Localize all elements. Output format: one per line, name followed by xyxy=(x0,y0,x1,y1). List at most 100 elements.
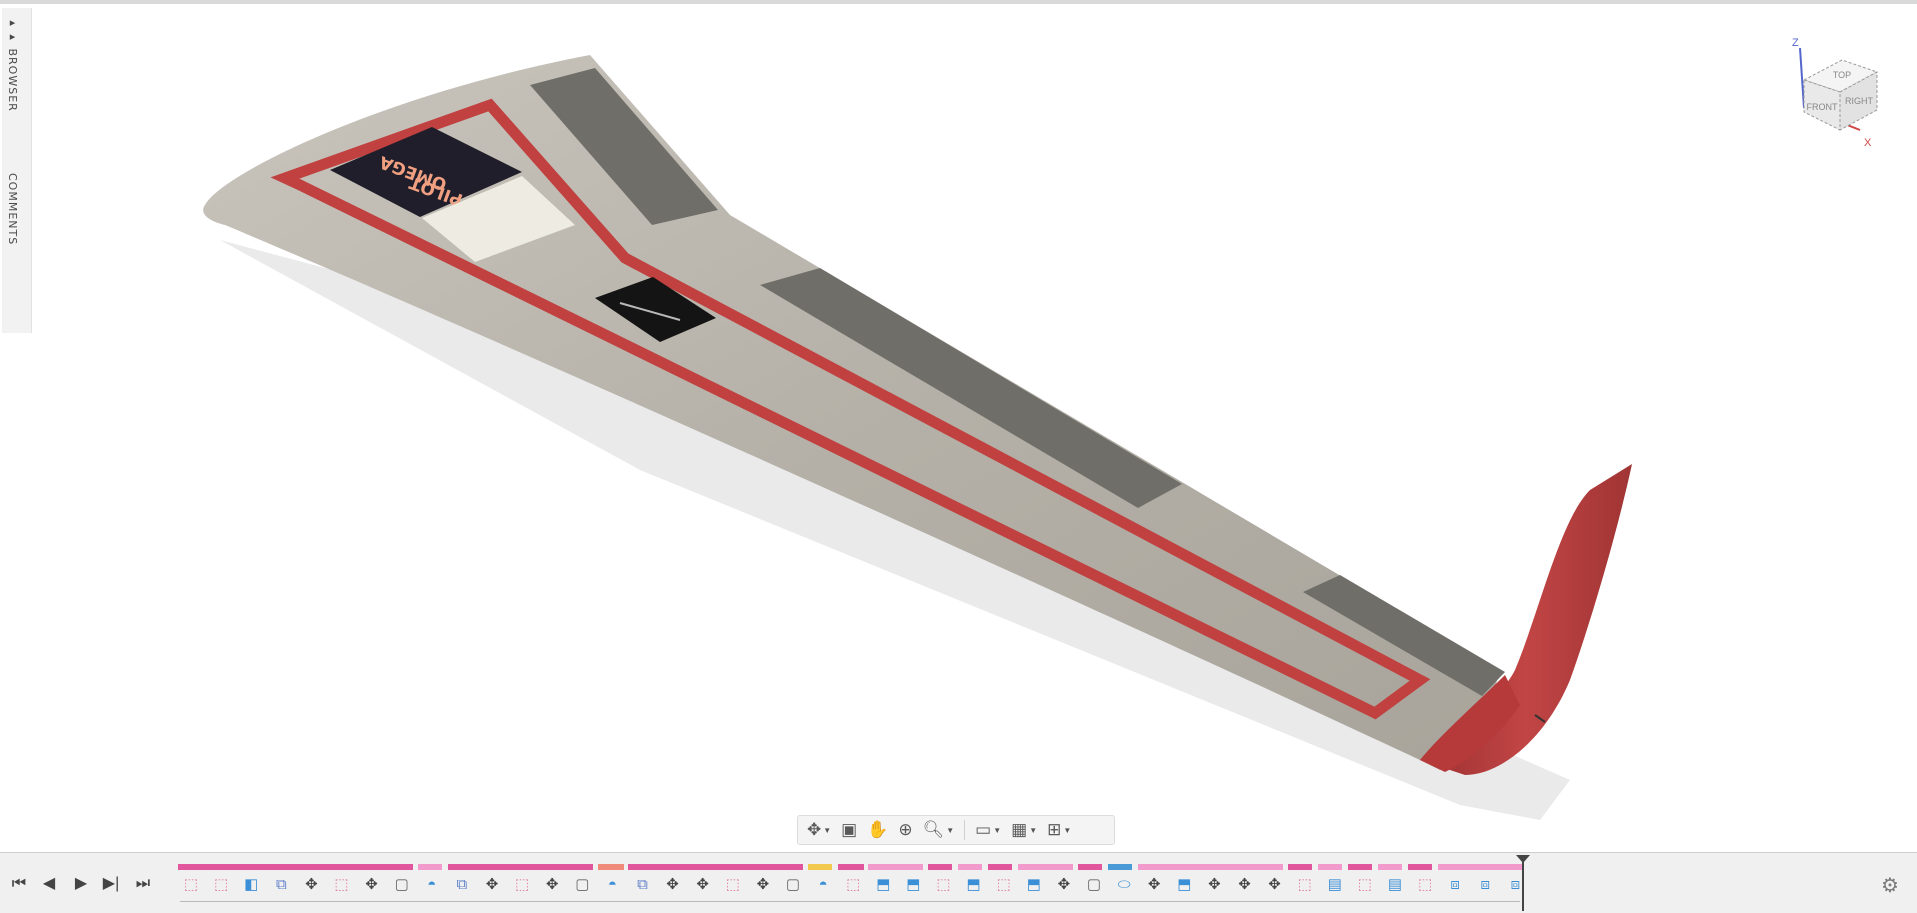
timeline-group-bar xyxy=(1378,864,1402,870)
timeline-feature-extrude[interactable]: ◧ xyxy=(240,873,262,895)
zoom-window-icon[interactable]: ⊕ xyxy=(895,818,915,842)
look-at-icon[interactable]: ▣ xyxy=(838,818,860,842)
loft-icon: ⬒ xyxy=(906,875,921,893)
timeline-feature-fillet[interactable]: ▢ xyxy=(1083,873,1105,895)
timeline-feature-fillet[interactable]: ▢ xyxy=(571,873,593,895)
timeline-group-bar xyxy=(1108,864,1132,870)
sketch-icon: ⬚ xyxy=(936,875,951,893)
sketch-icon: ⬚ xyxy=(334,875,349,893)
timeline-feature-sketch[interactable]: ⬚ xyxy=(933,873,955,895)
timeline-group-bar xyxy=(1078,864,1102,870)
sketch-icon: ⬚ xyxy=(515,875,530,893)
cylinder-icon: ⬭ xyxy=(1117,875,1131,893)
timeline-feature-move[interactable]: ✥ xyxy=(752,873,774,895)
timeline-feature-loft[interactable]: ⬒ xyxy=(902,873,924,895)
sketch-icon: ⬚ xyxy=(183,875,199,893)
zoom-icon[interactable]: 🔍︎ ▼ xyxy=(920,818,958,842)
timeline-feature-loft[interactable]: ⬒ xyxy=(1173,873,1195,895)
mirror-icon: ⧈ xyxy=(1510,875,1521,893)
combine-icon: ⧉ xyxy=(275,875,287,893)
timeline-feature-move[interactable]: ✥ xyxy=(1143,873,1165,895)
3d-viewport[interactable]: OMEGA PILOT TOP FRONT RIGHT Z X xyxy=(0,4,1917,848)
timeline-feature-mirror[interactable]: ⧈ xyxy=(1444,873,1466,895)
orbit-icon[interactable]: ✥ ▼ xyxy=(804,818,834,842)
go-to-end-button[interactable]: ⏭ xyxy=(132,873,154,895)
timeline-feature-sketch[interactable]: ⬚ xyxy=(1354,873,1376,895)
sketch-icon: ⬚ xyxy=(1357,875,1372,893)
timeline-feature-sketch[interactable]: ⬚ xyxy=(210,873,232,895)
timeline-feature-loft[interactable]: ⬒ xyxy=(1023,873,1045,895)
timeline-feature-shell[interactable]: ▤ xyxy=(1324,873,1346,895)
timeline-feature-mirror[interactable]: ⧈ xyxy=(1474,873,1496,895)
grid-icon[interactable]: ▦ ▼ xyxy=(1008,818,1040,842)
timeline-feature-move[interactable]: ✥ xyxy=(361,873,383,895)
move-icon: ✥ xyxy=(1268,875,1281,893)
loft-icon: ⬒ xyxy=(1177,875,1192,893)
timeline-group-bar xyxy=(1318,864,1342,870)
move-icon: ✥ xyxy=(1238,875,1251,893)
timeline-feature-shell[interactable]: ▤ xyxy=(1384,873,1406,895)
timeline-feature-combine[interactable]: ⧉ xyxy=(632,873,654,895)
sketch-icon: ⬚ xyxy=(725,875,740,893)
gear-icon[interactable]: ⚙ xyxy=(1881,873,1899,898)
timeline-group-bar xyxy=(1348,864,1372,870)
timeline-feature-revolve[interactable]: ◓ xyxy=(601,873,623,895)
timeline-feature-revolve[interactable]: ◓ xyxy=(812,873,834,895)
timeline-feature-move[interactable]: ✥ xyxy=(541,873,563,895)
timeline-feature-loft[interactable]: ⬒ xyxy=(963,873,985,895)
timeline-group-bar xyxy=(928,864,952,870)
timeline-feature-cylinder[interactable]: ⬭ xyxy=(1113,873,1135,895)
timeline-feature-sketch[interactable]: ⬚ xyxy=(180,873,202,895)
step-back-button[interactable]: ◀ xyxy=(38,873,60,895)
timeline-feature-fillet[interactable]: ▢ xyxy=(391,873,413,895)
timeline-feature-move[interactable]: ✥ xyxy=(1264,873,1286,895)
timeline-feature-move[interactable]: ✥ xyxy=(1053,873,1075,895)
axis-z-label: Z xyxy=(1792,37,1799,49)
timeline-feature-sketch[interactable]: ⬚ xyxy=(842,873,864,895)
move-icon: ✥ xyxy=(1147,875,1161,893)
shell-icon: ▤ xyxy=(1387,875,1403,893)
timeline-feature-move[interactable]: ✥ xyxy=(1234,873,1256,895)
go-to-start-button[interactable]: ⏮ xyxy=(8,873,30,895)
timeline-feature-sketch[interactable]: ⬚ xyxy=(722,873,744,895)
timeline-feature-revolve[interactable]: ◓ xyxy=(421,873,443,895)
timeline-feature-move[interactable]: ✥ xyxy=(481,873,503,895)
timeline-feature-loft[interactable]: ⬒ xyxy=(872,873,894,895)
sketch-icon: ⬚ xyxy=(214,875,229,893)
timeline-feature-move[interactable]: ✥ xyxy=(662,873,684,895)
axis-x-label: X xyxy=(1864,137,1872,149)
timeline-feature-move[interactable]: ✥ xyxy=(1203,873,1225,895)
timeline-feature-combine[interactable]: ⧉ xyxy=(451,873,473,895)
sketch-icon: ⬚ xyxy=(996,875,1011,893)
revolve-icon: ◓ xyxy=(427,875,437,893)
sketch-icon: ⬚ xyxy=(1297,875,1312,893)
wing-model[interactable]: OMEGA PILOT xyxy=(0,4,1917,848)
timeline-feature-sketch[interactable]: ⬚ xyxy=(331,873,353,895)
browser-tab[interactable]: ▸▸ BROWSER xyxy=(6,16,19,112)
timeline-feature-combine[interactable]: ⧉ xyxy=(270,873,292,895)
fillet-icon: ▢ xyxy=(785,875,801,893)
viewports-icon[interactable]: ⊞ ▼ xyxy=(1044,818,1074,842)
pan-icon[interactable]: ✋ xyxy=(864,818,891,842)
timeline-feature-move[interactable]: ✥ xyxy=(300,873,322,895)
timeline-group-bar xyxy=(1408,864,1432,870)
shell-icon: ▤ xyxy=(1327,875,1342,893)
display-settings-icon[interactable]: ▭ ▼ xyxy=(972,818,1004,842)
mirror-icon: ⧈ xyxy=(1450,875,1460,893)
timeline-feature-sketch[interactable]: ⬚ xyxy=(1414,873,1436,895)
move-icon: ✥ xyxy=(666,875,679,893)
play-button[interactable]: ▶ xyxy=(70,873,92,895)
step-forward-button[interactable]: ▶| xyxy=(100,873,122,895)
timeline-marker[interactable] xyxy=(1522,859,1524,911)
timeline-group-bar xyxy=(598,864,624,870)
revolve-icon: ◓ xyxy=(607,875,617,893)
timeline-feature-sketch[interactable]: ⬚ xyxy=(511,873,533,895)
timeline-feature-sketch[interactable]: ⬚ xyxy=(993,873,1015,895)
timeline-feature-sketch[interactable]: ⬚ xyxy=(1294,873,1316,895)
extrude-icon: ◧ xyxy=(244,875,259,893)
move-icon: ✥ xyxy=(696,875,709,893)
comments-tab[interactable]: COMMENTS xyxy=(6,173,19,245)
viewcube[interactable]: TOP FRONT RIGHT Z X xyxy=(1782,30,1892,150)
timeline-feature-fillet[interactable]: ▢ xyxy=(782,873,804,895)
timeline-feature-move[interactable]: ✥ xyxy=(692,873,714,895)
